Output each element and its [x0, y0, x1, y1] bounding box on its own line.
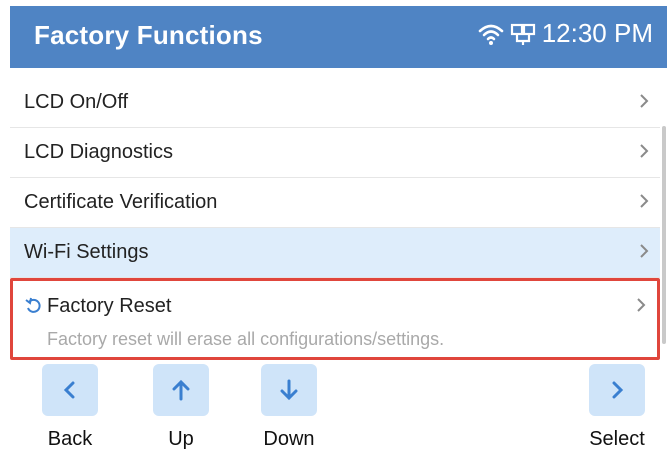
back-label: Back — [47, 428, 93, 450]
menu-item-factory-reset[interactable]: Factory Reset Factory reset will erase a… — [10, 278, 660, 360]
up-softkey[interactable]: Up — [151, 364, 211, 451]
menu-item-certificate-verification[interactable]: Certificate Verification — [10, 178, 660, 228]
chevron-right-icon — [636, 91, 652, 111]
clock: 12:30 PM — [541, 18, 653, 48]
down-softkey[interactable]: Down — [259, 364, 319, 451]
back-softkey[interactable]: Back — [40, 364, 100, 451]
status-area: 12:30 PM — [478, 18, 653, 49]
menu-item-wifi-settings[interactable]: Wi-Fi Settings — [10, 228, 660, 278]
arrow-down-icon — [280, 379, 298, 401]
scrollbar[interactable] — [662, 126, 666, 344]
down-label: Down — [263, 428, 315, 450]
select-softkey[interactable]: Select — [585, 364, 649, 451]
menu-item-label: LCD On/Off — [24, 91, 129, 113]
menu-item-description: Factory reset will erase all configurati… — [47, 329, 445, 349]
select-label: Select — [589, 428, 645, 450]
menu-item-lcd-onoff[interactable]: LCD On/Off — [10, 78, 660, 128]
wifi-icon — [478, 21, 504, 47]
title-bar: Factory Functions 12:30 PM — [10, 6, 667, 68]
chevron-left-icon — [63, 381, 75, 399]
menu-item-label: LCD Diagnostics — [24, 141, 173, 163]
up-label: Up — [168, 428, 194, 450]
chevron-right-icon — [612, 381, 624, 399]
menu-item-label: Certificate Verification — [24, 191, 218, 213]
back-button[interactable] — [42, 364, 98, 416]
phone-screen: Factory Functions 12:30 PM LCD On/Off LC… — [10, 6, 667, 454]
menu-item-label: Factory Reset — [47, 295, 172, 317]
up-button[interactable] — [153, 364, 209, 416]
chevron-right-icon — [636, 191, 652, 211]
chevron-right-icon — [636, 141, 652, 161]
menu-item-label: Wi-Fi Settings — [24, 241, 149, 263]
page-title: Factory Functions — [34, 20, 263, 50]
arrow-up-icon — [172, 379, 190, 401]
menu-item-lcd-diagnostics[interactable]: LCD Diagnostics — [10, 128, 660, 178]
softkey-bar: Back Up Down Select — [10, 364, 667, 454]
select-button[interactable] — [589, 364, 645, 416]
down-button[interactable] — [261, 364, 317, 416]
chevron-right-icon — [633, 295, 649, 315]
reset-icon — [25, 297, 43, 315]
network-icon — [510, 21, 536, 47]
chevron-right-icon — [636, 241, 652, 261]
